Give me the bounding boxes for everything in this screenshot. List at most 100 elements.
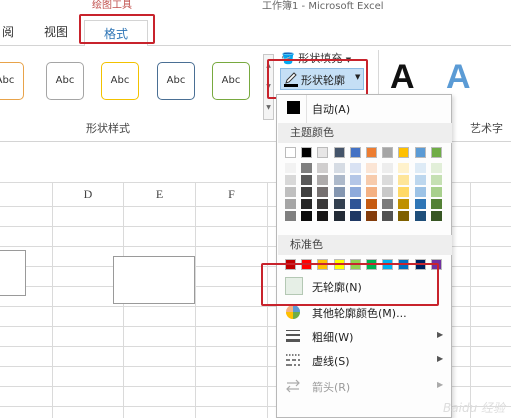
theme-tint-swatch[interactable] <box>414 211 426 221</box>
standard-color-swatch[interactable] <box>333 259 345 270</box>
shape-outline-label: 形状轮廓 <box>301 74 345 87</box>
theme-color-swatch[interactable] <box>430 147 442 158</box>
theme-tint-swatch[interactable] <box>285 211 296 221</box>
theme-tint-swatch[interactable] <box>317 175 329 185</box>
theme-tint-swatch[interactable] <box>398 211 410 221</box>
standard-color-swatch[interactable] <box>366 259 377 270</box>
menu-item-automatic[interactable]: 自动(A) <box>277 97 451 119</box>
theme-tint-swatch[interactable] <box>366 199 377 209</box>
standard-color-swatch[interactable] <box>414 259 426 270</box>
tab-view[interactable]: 视图 <box>44 23 68 40</box>
theme-tint-swatch[interactable] <box>414 187 426 197</box>
theme-tint-swatch[interactable] <box>398 199 410 209</box>
theme-tint-swatch[interactable] <box>382 211 394 221</box>
tab-review[interactable]: 阅 <box>2 23 14 40</box>
theme-tint-swatch[interactable] <box>285 175 296 185</box>
shape-style-4[interactable]: Abc <box>157 62 195 100</box>
theme-tint-swatch[interactable] <box>301 187 313 197</box>
shape-style-5[interactable]: Abc <box>212 62 250 100</box>
column-header-f[interactable]: F <box>196 182 267 206</box>
theme-tint-swatch[interactable] <box>398 187 410 197</box>
theme-tint-swatch[interactable] <box>382 175 394 185</box>
theme-tint-swatch[interactable] <box>285 163 296 173</box>
theme-tint-swatch[interactable] <box>366 211 377 221</box>
standard-color-swatch[interactable] <box>430 259 442 270</box>
theme-tint-swatch[interactable] <box>366 163 377 173</box>
theme-tint-swatch[interactable] <box>349 175 361 185</box>
theme-tint-swatch[interactable] <box>430 163 442 173</box>
theme-tint-swatch[interactable] <box>382 163 394 173</box>
chevron-up-icon[interactable]: ▲ <box>264 55 273 76</box>
theme-color-swatch[interactable] <box>398 147 410 158</box>
gallery-more-icon[interactable]: ▼ <box>264 97 273 118</box>
theme-tint-swatch[interactable] <box>285 187 296 197</box>
shape-style-1[interactable]: Abc <box>0 62 24 100</box>
theme-tint-swatch[interactable] <box>317 187 329 197</box>
theme-tint-swatch[interactable] <box>398 175 410 185</box>
rectangle-shape-selected[interactable] <box>113 256 195 304</box>
theme-tint-swatch[interactable] <box>349 199 361 209</box>
theme-tint-swatch[interactable] <box>349 211 361 221</box>
theme-tint-swatch[interactable] <box>301 199 313 209</box>
theme-color-swatch[interactable] <box>285 147 296 158</box>
theme-tint-swatch[interactable] <box>333 175 345 185</box>
theme-color-swatch[interactable] <box>333 147 345 158</box>
theme-color-swatch[interactable] <box>414 147 426 158</box>
menu-item-no-outline[interactable]: 无轮廓(N) <box>277 275 451 297</box>
standard-color-swatch[interactable] <box>349 259 361 270</box>
theme-tint-swatch[interactable] <box>333 199 345 209</box>
theme-color-swatch[interactable] <box>366 147 377 158</box>
menu-item-weight[interactable]: 粗细(W) ▶ <box>277 325 451 347</box>
standard-color-swatch[interactable] <box>317 259 329 270</box>
chevron-right-icon: ▶ <box>437 380 444 389</box>
menu-item-more-colors[interactable]: 其他轮廓颜色(M)... <box>277 301 451 323</box>
theme-tint-swatch[interactable] <box>301 163 313 173</box>
theme-tint-swatch[interactable] <box>382 199 394 209</box>
standard-color-swatch[interactable] <box>301 259 313 270</box>
rectangle-shape-left[interactable] <box>0 250 26 296</box>
theme-colors-header: 主题颜色 <box>278 123 452 143</box>
standard-color-swatch[interactable] <box>382 259 394 270</box>
theme-tint-swatch[interactable] <box>414 175 426 185</box>
wordart-style-black[interactable]: A <box>390 58 415 97</box>
theme-tint-swatch[interactable] <box>349 187 361 197</box>
theme-color-swatch[interactable] <box>317 147 329 158</box>
column-header-e[interactable]: E <box>124 182 195 206</box>
theme-tint-swatch[interactable] <box>285 199 296 209</box>
theme-color-swatch[interactable] <box>349 147 361 158</box>
shape-style-2[interactable]: Abc <box>46 62 84 100</box>
theme-tint-swatch[interactable] <box>317 163 329 173</box>
ribbon-tabs: 阅 视图 格式 <box>0 14 511 46</box>
theme-tint-swatch[interactable] <box>430 187 442 197</box>
theme-tint-swatch[interactable] <box>382 187 394 197</box>
theme-tint-swatch[interactable] <box>414 163 426 173</box>
theme-tint-swatch[interactable] <box>317 199 329 209</box>
menu-item-dashes[interactable]: 虚线(S) ▶ <box>277 349 451 371</box>
theme-tint-swatch[interactable] <box>317 211 329 221</box>
style-gallery-scroll[interactable]: ▲ ▼ ▼ <box>263 54 274 120</box>
theme-tint-swatch[interactable] <box>333 187 345 197</box>
theme-tint-swatch[interactable] <box>349 163 361 173</box>
theme-tint-swatch[interactable] <box>430 211 442 221</box>
theme-tint-swatch[interactable] <box>414 199 426 209</box>
standard-color-swatch[interactable] <box>285 259 296 270</box>
theme-tint-swatch[interactable] <box>301 175 313 185</box>
theme-tint-swatch[interactable] <box>398 163 410 173</box>
tab-format[interactable]: 格式 <box>84 20 148 46</box>
shape-style-3[interactable]: Abc <box>101 62 139 100</box>
shape-fill-button[interactable]: 🪣 形状填充 ▼ <box>281 50 351 68</box>
theme-tint-swatch[interactable] <box>333 211 345 221</box>
shape-outline-button[interactable]: 形状轮廓 ▼ <box>280 68 364 90</box>
theme-tint-swatch[interactable] <box>430 199 442 209</box>
standard-color-swatch[interactable] <box>398 259 410 270</box>
theme-tint-swatch[interactable] <box>430 175 442 185</box>
theme-tint-swatch[interactable] <box>333 163 345 173</box>
wordart-style-blue[interactable]: A <box>446 58 471 97</box>
theme-tint-swatch[interactable] <box>301 211 313 221</box>
theme-color-swatch[interactable] <box>301 147 313 158</box>
column-header-d[interactable]: D <box>53 182 123 206</box>
chevron-down-icon[interactable]: ▼ <box>264 76 273 97</box>
theme-tint-swatch[interactable] <box>366 187 377 197</box>
theme-color-swatch[interactable] <box>382 147 394 158</box>
theme-tint-swatch[interactable] <box>366 175 377 185</box>
